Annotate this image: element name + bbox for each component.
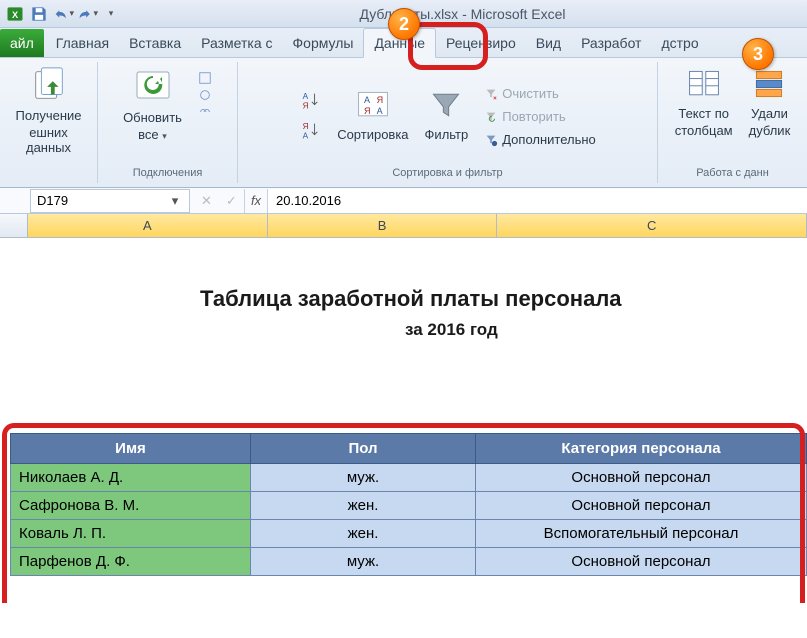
- reapply-button[interactable]: Повторить: [480, 108, 600, 125]
- remove-duplicates-icon: [751, 66, 787, 102]
- rd-label-1: Удали: [751, 106, 788, 121]
- sort-asc-icon: АЯ: [299, 89, 321, 111]
- tab-pagelayout[interactable]: Разметка с: [191, 29, 282, 57]
- group-data-tools: Текст по столбцам Удали дублик Работа с …: [658, 62, 807, 183]
- svg-text:А: А: [303, 131, 309, 140]
- table-row[interactable]: Сафронова В. М. жен. Основной персонал: [11, 492, 807, 520]
- tab-insert[interactable]: Вставка: [119, 29, 191, 57]
- svg-text:Я: Я: [364, 106, 371, 116]
- col-header-c[interactable]: C: [497, 214, 807, 237]
- tab-review[interactable]: Рецензиро: [436, 29, 526, 57]
- external-data-icon: [30, 66, 68, 104]
- name-box[interactable]: D179 ▾: [30, 189, 190, 213]
- col-header-a[interactable]: A: [28, 214, 268, 237]
- redo-icon[interactable]: ▾: [76, 3, 98, 25]
- reapply-icon: [484, 110, 498, 124]
- sheet-subtitle: за 2016 год: [405, 320, 498, 340]
- group-external-data: Получение ешних данных: [0, 62, 98, 183]
- formula-bar: D179 ▾ ✕ ✓ fx: [0, 188, 807, 214]
- select-all-corner[interactable]: [0, 214, 28, 237]
- remove-duplicates-button[interactable]: Удали дублик: [745, 64, 795, 140]
- properties-button[interactable]: [194, 87, 216, 103]
- sort-label: Сортировка: [337, 127, 408, 142]
- sort-asc-button[interactable]: АЯ: [295, 88, 325, 112]
- sort-desc-button[interactable]: ЯА: [295, 118, 325, 142]
- svg-text:А: А: [364, 95, 370, 105]
- filter-label: Фильтр: [425, 127, 469, 142]
- text-to-columns-button[interactable]: Текст по столбцам: [671, 64, 737, 140]
- save-icon[interactable]: [28, 3, 50, 25]
- refresh-all-button[interactable]: Обновить все ▾: [119, 64, 186, 144]
- group-connections: Обновить все ▾ Подключения: [98, 62, 238, 183]
- sort-icon: АЯ ЯА: [355, 87, 391, 123]
- cancel-formula-icon: ✕: [201, 193, 212, 209]
- tab-developer[interactable]: Разработ: [571, 29, 651, 57]
- svg-text:А: А: [376, 106, 382, 116]
- get-data-label-1: Получение: [15, 108, 81, 123]
- sheet-title: Таблица заработной платы персонала: [200, 286, 622, 312]
- sort-desc-icon: ЯА: [299, 119, 321, 141]
- group-label-connections: Подключения: [133, 165, 203, 181]
- data-table: Имя Пол Категория персонала Николаев А. …: [10, 433, 807, 576]
- accept-formula-icon: ✓: [226, 193, 237, 209]
- text-to-columns-icon: [686, 66, 722, 102]
- file-tab[interactable]: айл: [0, 29, 44, 57]
- table-row[interactable]: Николаев А. Д. муж. Основной персонал: [11, 464, 807, 492]
- get-external-data-button[interactable]: Получение ешних данных: [6, 64, 91, 157]
- table-header-row: Имя Пол Категория персонала: [11, 434, 807, 464]
- name-box-dropdown-icon[interactable]: ▾: [167, 193, 183, 209]
- tab-addins[interactable]: дстро: [651, 29, 708, 57]
- th-name[interactable]: Имя: [11, 434, 251, 464]
- name-box-value: D179: [37, 193, 68, 208]
- callout-3: 3: [742, 38, 774, 70]
- connections-icon: [198, 71, 212, 85]
- tab-view[interactable]: Вид: [526, 29, 571, 57]
- fx-button[interactable]: fx: [244, 189, 268, 213]
- table-row[interactable]: Парфенов Д. Ф. муж. Основной персонал: [11, 548, 807, 576]
- sort-button[interactable]: АЯ ЯА Сортировка: [333, 85, 412, 144]
- tab-formulas[interactable]: Формулы: [283, 29, 364, 57]
- refresh-icon: [133, 66, 173, 106]
- quick-access-toolbar: X ▾ ▾ ▾: [4, 3, 122, 25]
- table-row[interactable]: Коваль Л. П. жен. Вспомогательный персон…: [11, 520, 807, 548]
- svg-text:Я: Я: [376, 95, 383, 105]
- group-label-external: [47, 165, 50, 181]
- ribbon-body: Получение ешних данных Обновить все ▾: [0, 58, 807, 188]
- edit-links-button[interactable]: [194, 104, 216, 120]
- col-header-b[interactable]: B: [268, 214, 498, 237]
- clear-icon: [484, 87, 498, 101]
- ttc-label-2: столбцам: [675, 123, 733, 138]
- svg-text:Я: Я: [303, 101, 309, 110]
- advanced-filter-button[interactable]: Дополнительно: [480, 131, 600, 148]
- clear-filter-button[interactable]: Очистить: [480, 85, 600, 102]
- spreadsheet-grid[interactable]: A B C Таблица заработной платы персонала…: [0, 214, 807, 638]
- filter-button[interactable]: Фильтр: [421, 85, 473, 144]
- callout-2: 2: [388, 8, 420, 40]
- ttc-label-1: Текст по: [678, 106, 729, 121]
- column-headers: A B C: [0, 214, 807, 238]
- links-icon: [198, 105, 212, 119]
- th-gender[interactable]: Пол: [251, 434, 476, 464]
- refresh-label-1: Обновить: [123, 110, 182, 125]
- undo-icon[interactable]: ▾: [52, 3, 74, 25]
- window-title: Дубликаты.xlsx - Microsoft Excel: [122, 6, 803, 22]
- th-category[interactable]: Категория персонала: [476, 434, 807, 464]
- get-data-label-2: ешних данных: [10, 125, 87, 155]
- group-sort-filter: АЯ ЯА АЯ ЯА Сортировка Фильтр: [238, 62, 658, 183]
- svg-text:Я: Я: [303, 122, 309, 131]
- tab-home[interactable]: Главная: [46, 29, 119, 57]
- formula-input[interactable]: [268, 189, 807, 213]
- properties-icon: [198, 88, 212, 102]
- qat-customize-icon[interactable]: ▾: [100, 3, 122, 25]
- svg-text:X: X: [12, 10, 19, 20]
- svg-text:А: А: [303, 92, 309, 101]
- excel-icon[interactable]: X: [4, 3, 26, 25]
- group-label-datatools: Работа с данн: [696, 165, 769, 181]
- funnel-icon: [428, 87, 464, 123]
- group-label-sortfilter: Сортировка и фильтр: [392, 165, 502, 181]
- refresh-label-2: все: [138, 127, 159, 142]
- rd-label-2: дублик: [749, 123, 791, 138]
- advanced-icon: [484, 133, 498, 147]
- connections-button[interactable]: [194, 70, 216, 86]
